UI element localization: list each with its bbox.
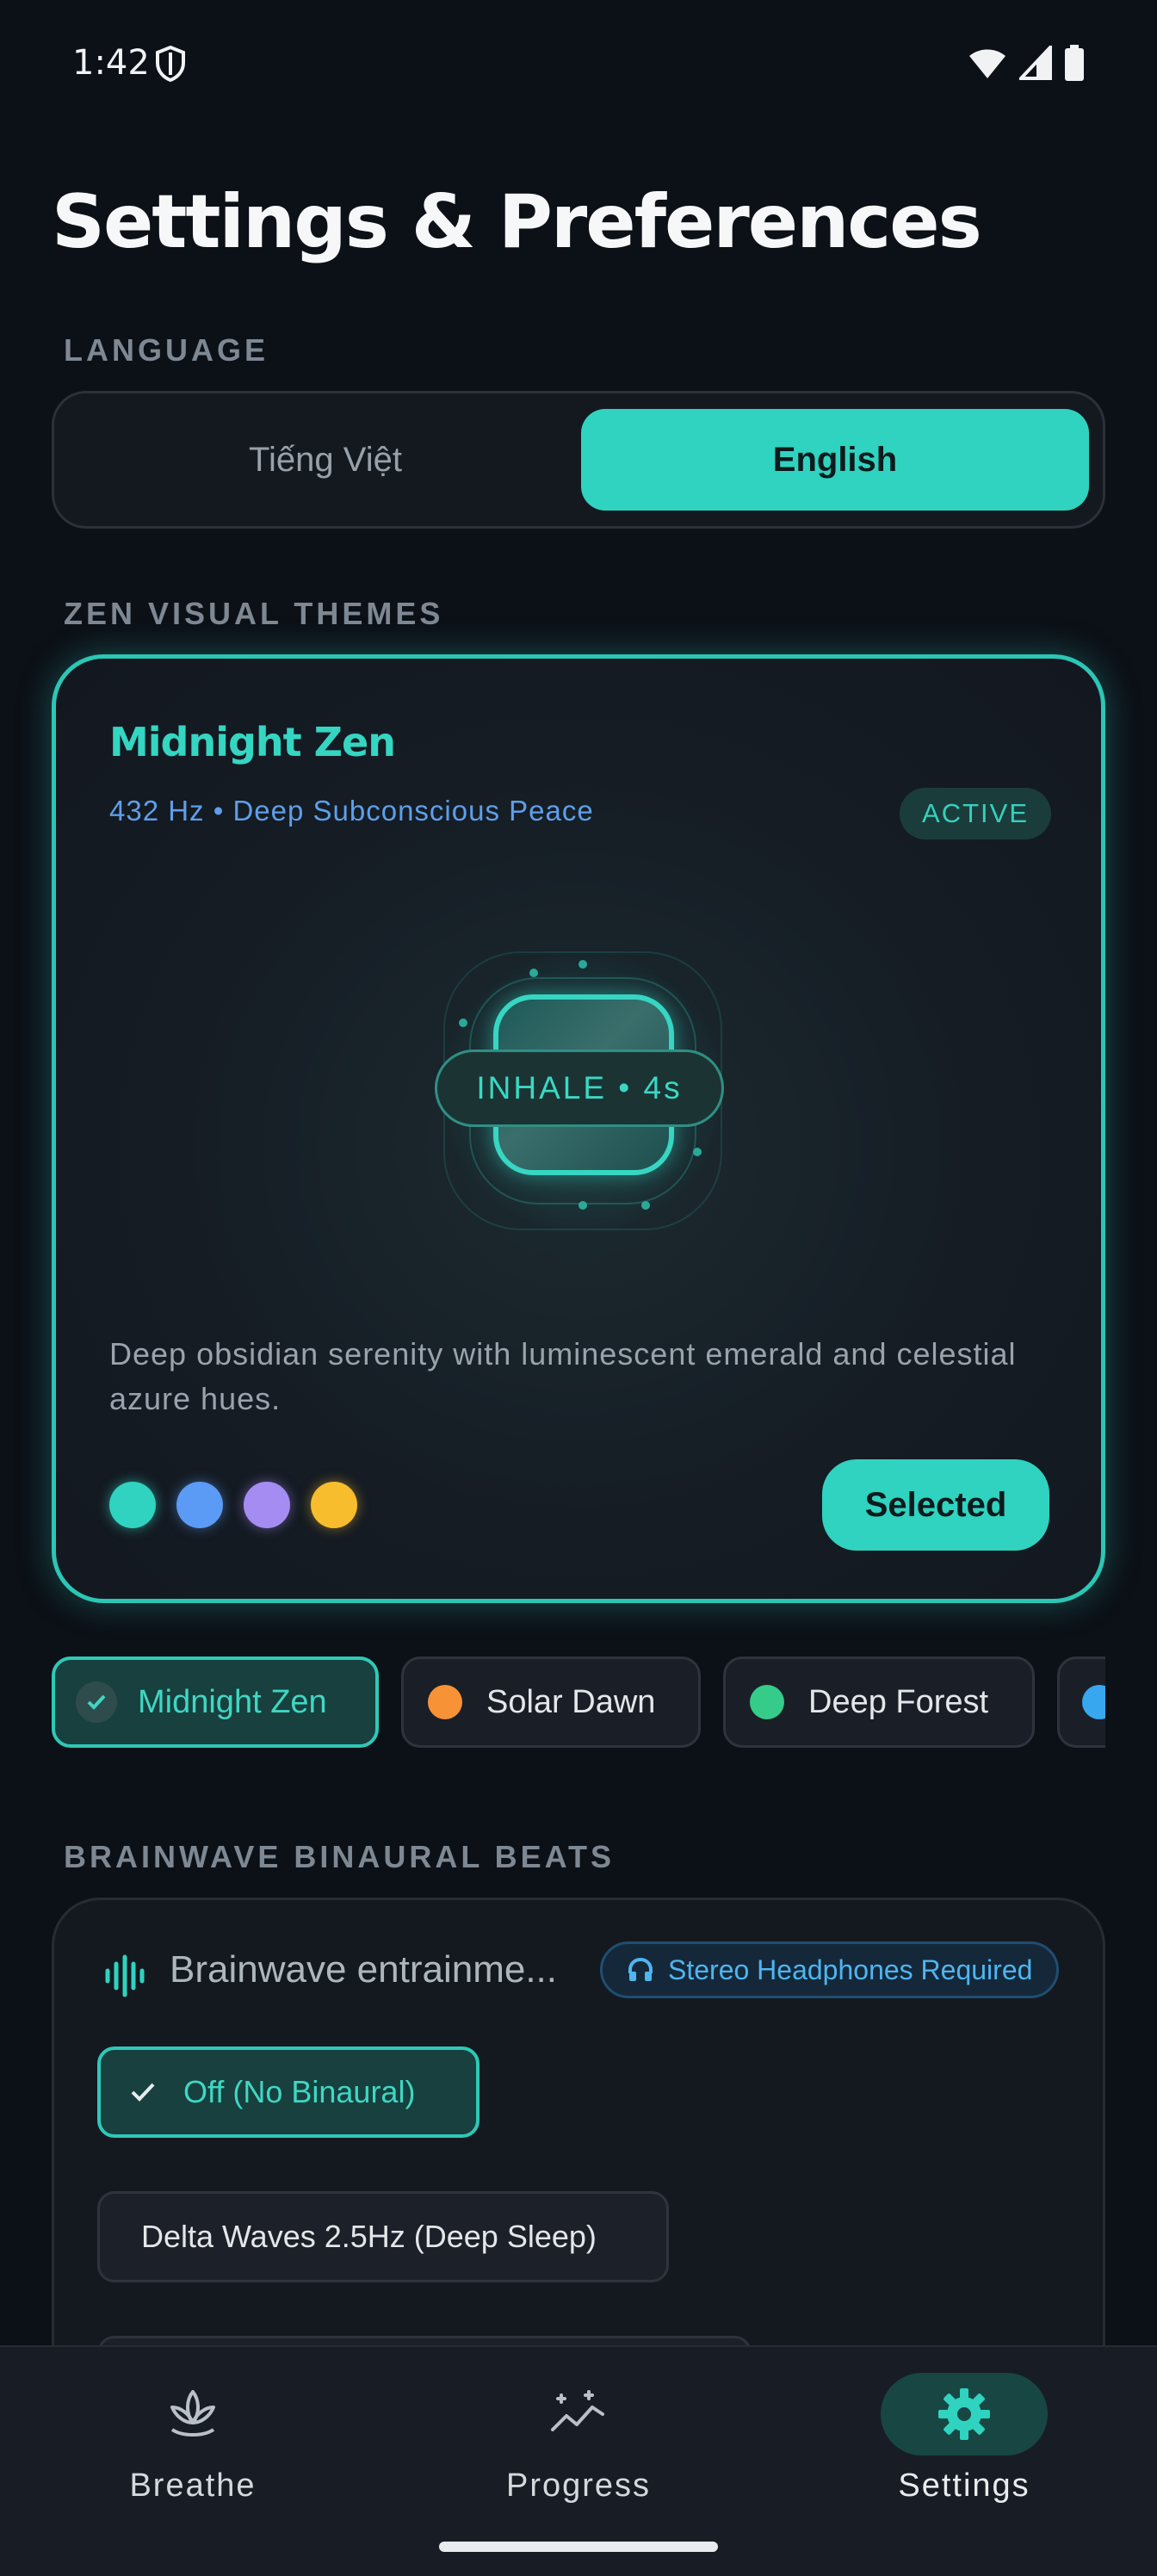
theme-chip-midnight-zen[interactable]: Midnight Zen bbox=[52, 1656, 379, 1748]
nav-label: Breathe bbox=[129, 2468, 257, 2504]
nav-item-settings[interactable]: Settings bbox=[835, 2373, 1093, 2505]
option-label: Off (No Binaural) bbox=[183, 2074, 416, 2109]
language-option-vietnamese[interactable]: Tiếng Việt bbox=[71, 409, 579, 511]
screen: 1:42 Settings & Preferences LANGUAGE Tiế… bbox=[0, 0, 1157, 2576]
orb-particle bbox=[693, 1148, 702, 1156]
status-icons bbox=[968, 45, 1085, 81]
chip-label: Solar Dawn bbox=[486, 1683, 656, 1720]
theme-chip-deep-forest[interactable]: Deep Forest bbox=[723, 1656, 1035, 1748]
theme-chip-row: Midnight Zen Solar Dawn Deep Forest bbox=[52, 1656, 1105, 1751]
theme-swatches bbox=[109, 1482, 357, 1528]
binaural-section-label: BRAINWAVE BINAURAL BEATS bbox=[64, 1839, 616, 1874]
selected-button[interactable]: Selected bbox=[822, 1459, 1049, 1551]
orb-particle bbox=[459, 1019, 467, 1027]
swatch-yellow bbox=[311, 1482, 357, 1528]
nav-icon-container bbox=[881, 2373, 1048, 2455]
breath-phase-label: INHALE • 4s bbox=[435, 1050, 724, 1127]
chip-label: Midnight Zen bbox=[138, 1683, 327, 1720]
headphones-badge-label: Stereo Headphones Required bbox=[668, 1954, 1033, 1985]
orb-particle bbox=[578, 960, 587, 969]
theme-name: Midnight Zen bbox=[109, 719, 396, 765]
language-section-label: LANGUAGE bbox=[64, 332, 269, 368]
featured-theme-card[interactable]: Midnight Zen 432 Hz • Deep Subconscious … bbox=[52, 654, 1105, 1603]
active-badge: ACTIVE bbox=[900, 788, 1051, 839]
chip-color-dot bbox=[1082, 1685, 1105, 1719]
nav-icon-container bbox=[109, 2373, 276, 2455]
nav-label: Progress bbox=[505, 2468, 652, 2504]
wifi-icon bbox=[969, 49, 1005, 78]
language-option-english[interactable]: English bbox=[581, 409, 1089, 511]
check-circle-icon bbox=[76, 1681, 117, 1723]
chip-label: Deep Forest bbox=[808, 1683, 989, 1720]
home-indicator[interactable] bbox=[439, 2542, 718, 2552]
theme-chip-solar-dawn[interactable]: Solar Dawn bbox=[401, 1656, 701, 1748]
themes-section-label: ZEN VISUAL THEMES bbox=[64, 596, 444, 631]
option-label: Delta Waves 2.5Hz (Deep Sleep) bbox=[141, 2219, 597, 2254]
waveform-icon bbox=[105, 1954, 145, 1997]
nav-label: Settings bbox=[898, 2468, 1030, 2504]
orb-particle bbox=[641, 1201, 650, 1210]
check-icon bbox=[131, 2083, 155, 2102]
swatch-blue bbox=[176, 1482, 223, 1528]
status-time: 1:42 bbox=[72, 43, 150, 83]
chip-color-dot bbox=[428, 1685, 462, 1719]
chart-sparkle-icon bbox=[551, 2390, 604, 2431]
nav-item-breathe[interactable]: Breathe bbox=[64, 2373, 322, 2505]
theme-subtitle: 432 Hz • Deep Subconscious Peace bbox=[109, 795, 594, 827]
signal-icon bbox=[1019, 46, 1052, 80]
page-title: Settings & Preferences bbox=[52, 179, 982, 265]
headphones-badge: Stereo Headphones Required bbox=[600, 1941, 1060, 1998]
status-bar: 1:42 bbox=[0, 0, 1157, 129]
shield-icon bbox=[156, 45, 185, 83]
binaural-option-off[interactable]: Off (No Binaural) bbox=[97, 2047, 480, 2138]
lotus-icon bbox=[170, 2390, 215, 2437]
headphones-icon bbox=[628, 1957, 653, 1981]
nav-item-progress[interactable]: Progress bbox=[449, 2373, 708, 2505]
nav-icon-container bbox=[495, 2373, 662, 2455]
gear-icon bbox=[938, 2388, 990, 2440]
binaural-title: Brainwave entrainme... bbox=[170, 1948, 557, 1991]
orb-particle bbox=[529, 969, 538, 977]
theme-chip-partial[interactable] bbox=[1057, 1656, 1105, 1748]
binaural-option-delta[interactable]: Delta Waves 2.5Hz (Deep Sleep) bbox=[97, 2191, 669, 2282]
battery-icon bbox=[1065, 45, 1084, 81]
theme-description: Deep obsidian serenity with luminescent … bbox=[109, 1336, 1017, 1416]
language-toggle: Tiếng Việt English bbox=[52, 391, 1105, 529]
orb-particle bbox=[578, 1201, 587, 1210]
chip-color-dot bbox=[750, 1685, 784, 1719]
swatch-purple bbox=[244, 1482, 290, 1528]
swatch-teal bbox=[109, 1482, 156, 1528]
